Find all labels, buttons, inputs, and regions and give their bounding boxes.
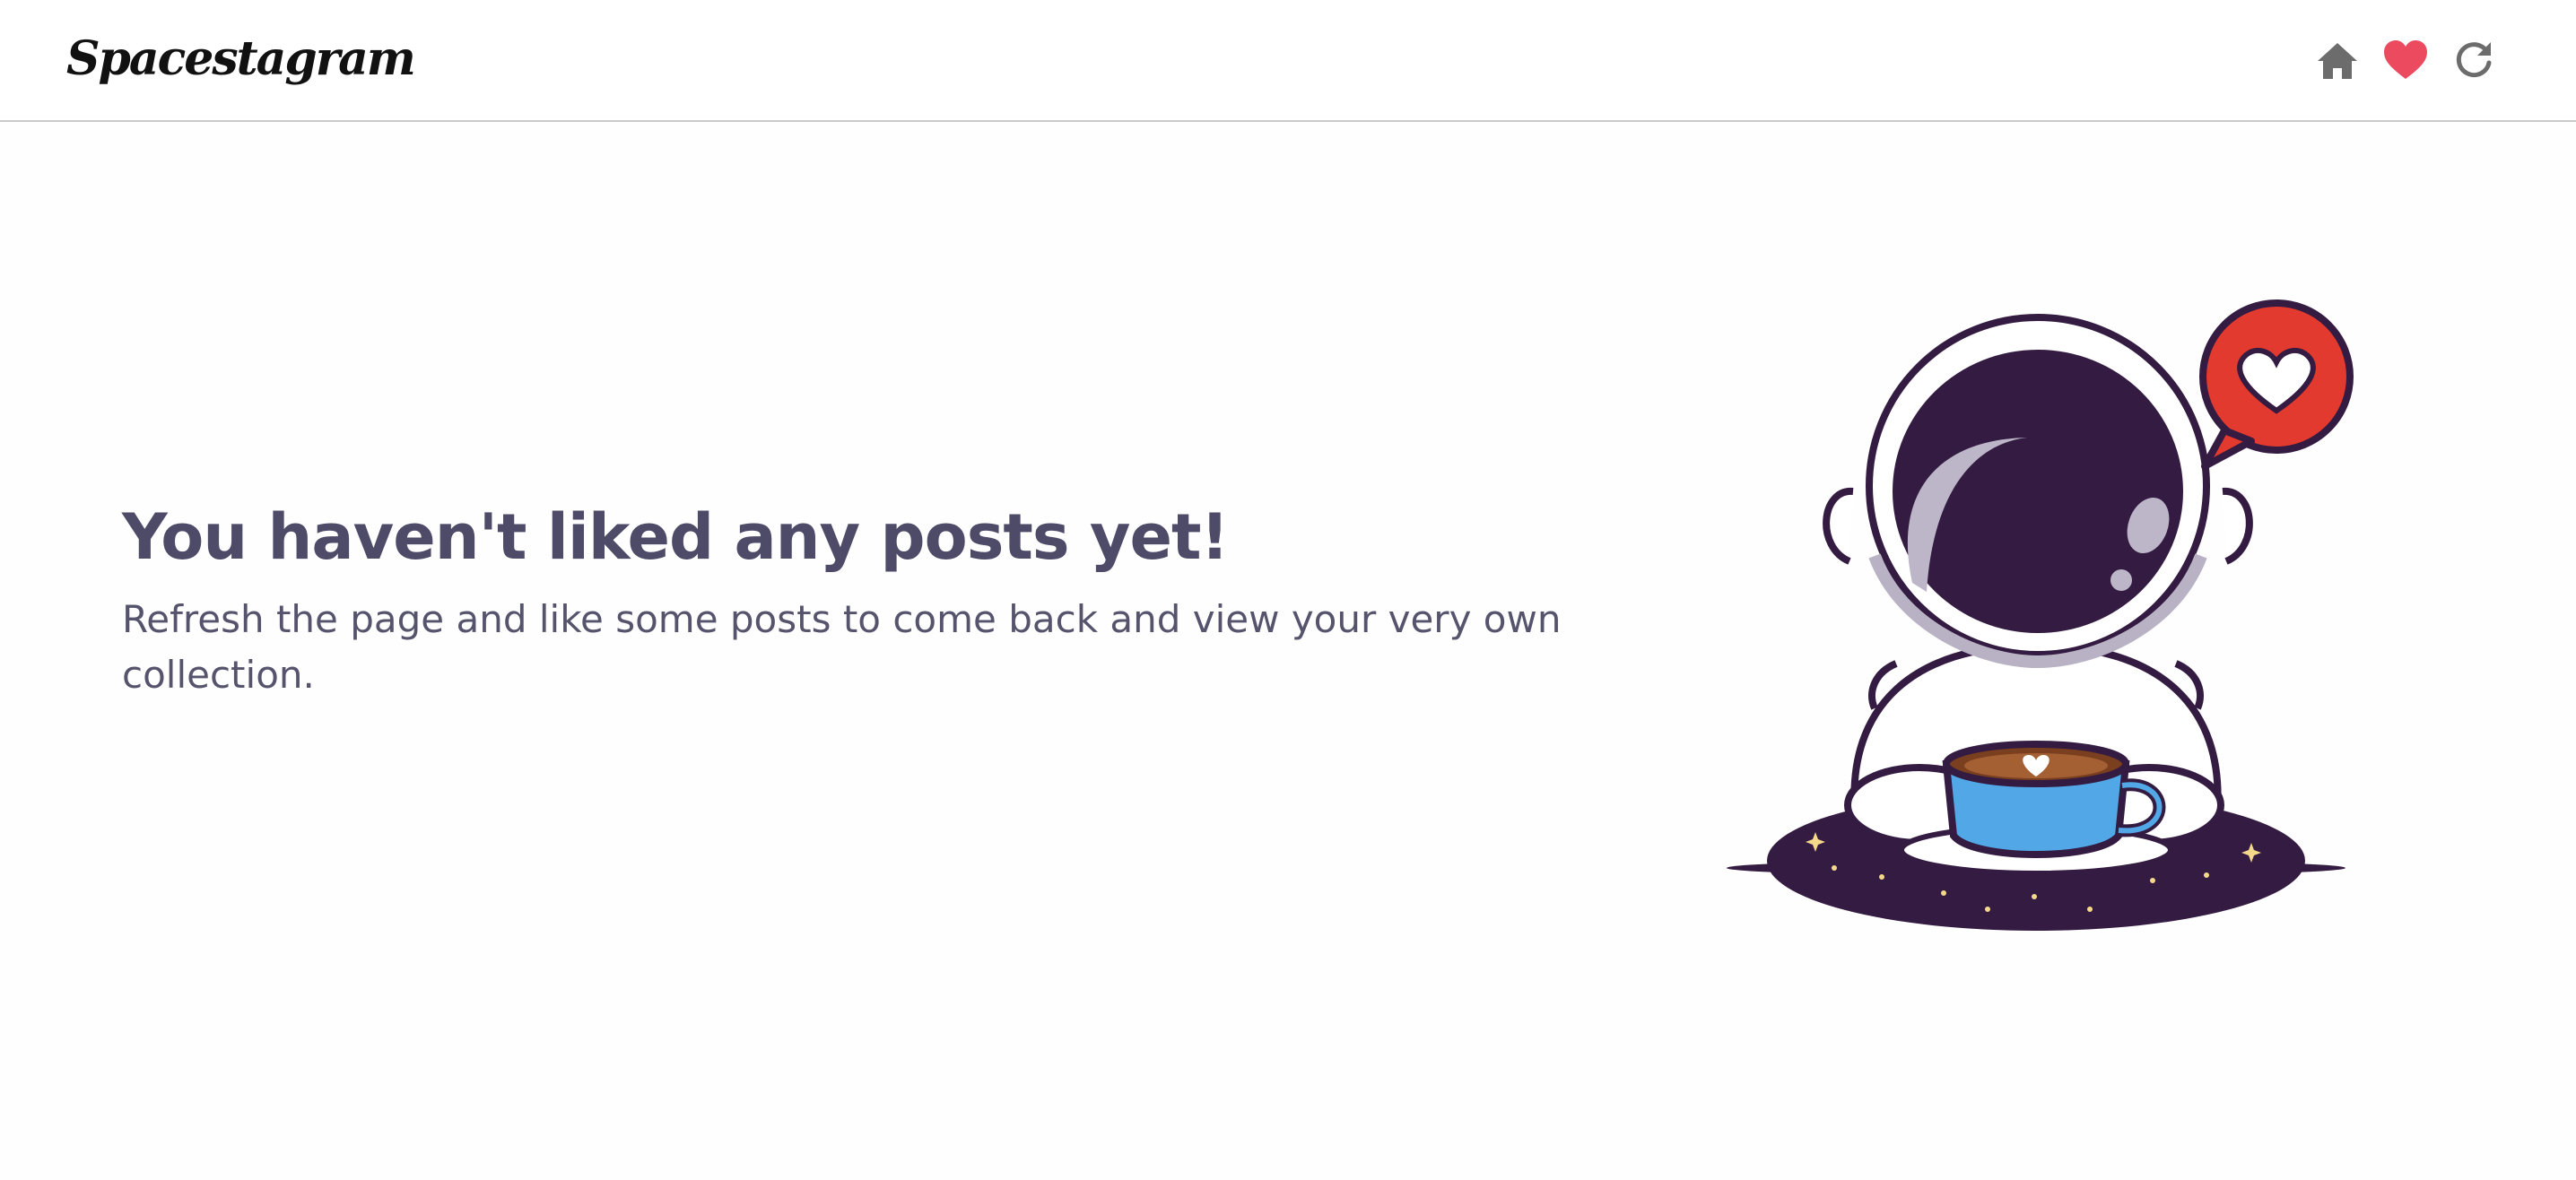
empty-state-title: You haven't liked any posts yet! <box>122 500 1229 574</box>
empty-state-message: You haven't liked any posts yet! Refresh… <box>122 488 1629 703</box>
empty-state-subtitle: Refresh the page and like some posts to … <box>122 597 1562 697</box>
heart-icon <box>2384 40 2427 79</box>
home-icon <box>2318 43 2357 79</box>
astronaut-coffee-heart-illustration <box>1727 299 2354 931</box>
home-button[interactable] <box>2312 36 2363 86</box>
top-navbar: Spacestagram <box>0 0 2576 122</box>
app-logo[interactable]: Spacestagram <box>66 27 416 91</box>
refresh-button[interactable] <box>2449 36 2499 86</box>
astronaut-illustration <box>1704 287 2368 950</box>
refresh-icon <box>2456 42 2492 78</box>
liked-posts-button[interactable] <box>2380 36 2431 86</box>
